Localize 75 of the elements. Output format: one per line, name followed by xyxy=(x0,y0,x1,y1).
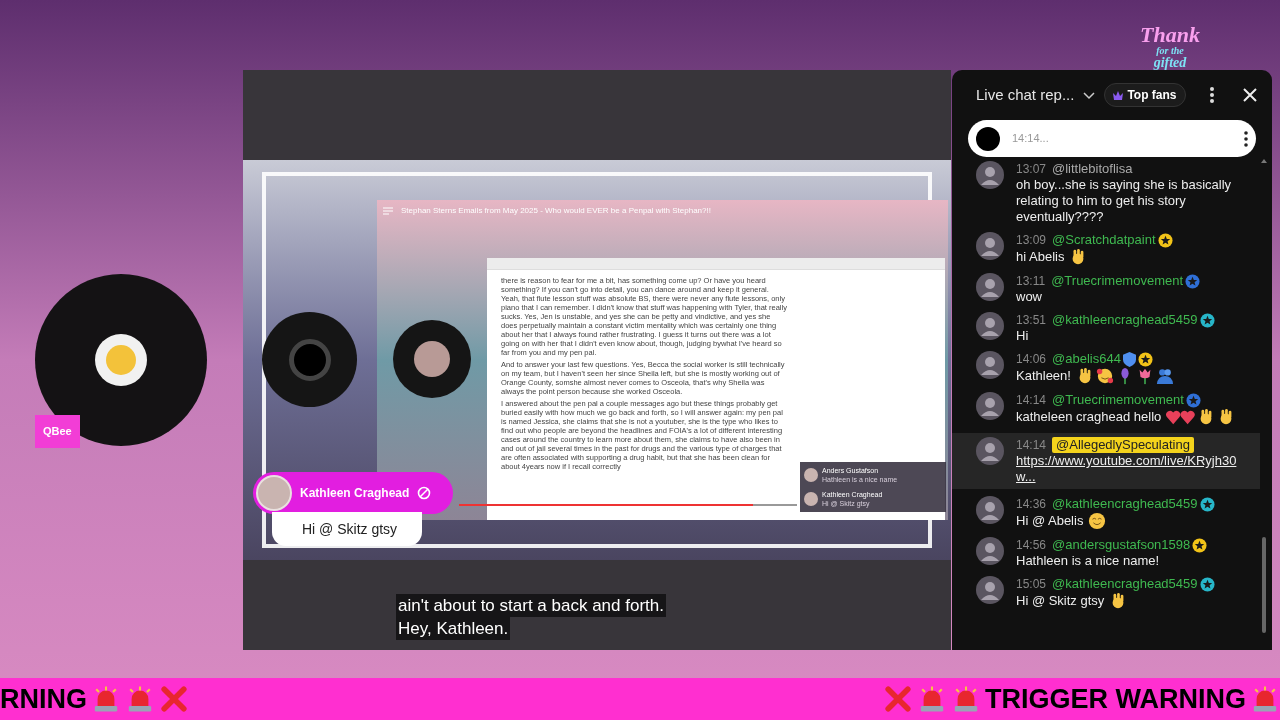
chat-username[interactable]: @Truecrimemovement xyxy=(1051,273,1184,289)
chat-timestamp: 14:36 xyxy=(1016,496,1047,512)
playlist-icon xyxy=(383,206,393,216)
hearts-icon xyxy=(1166,408,1196,426)
user-avatar xyxy=(976,161,1004,189)
close-icon[interactable] xyxy=(1242,87,1258,103)
chat-message-text: Hi @ Abelis xyxy=(1016,513,1084,529)
channel-logo xyxy=(288,338,331,381)
chat-timestamp: 13:07 xyxy=(1016,161,1047,177)
user-avatar xyxy=(976,392,1004,420)
cross-mark-icon xyxy=(160,685,188,713)
blocked-icon xyxy=(417,486,432,500)
user-avatar xyxy=(256,475,292,511)
chat-message-text: Hi @ Skitz gtsy xyxy=(1016,593,1105,609)
user-avatar xyxy=(976,351,1004,379)
chat-username[interactable]: @abelis644 xyxy=(1052,351,1121,367)
decorative-subtitle: for the xyxy=(1156,46,1184,56)
chat-timestamp: 13:51 xyxy=(1016,312,1047,328)
decorative-subtitle: gifted xyxy=(1153,56,1187,70)
chat-timestamp: 13:09 xyxy=(1016,232,1047,248)
top-fans-button[interactable]: Top fans xyxy=(1104,83,1186,107)
chat-link[interactable]: https://www.youtube.com/live/KRyjh30w... xyxy=(1016,453,1250,485)
smiling-face-icon xyxy=(1088,512,1107,530)
chat-message-text: Hi xyxy=(1016,328,1029,344)
ticker-text: TRIGGER WARNING xyxy=(985,685,1246,713)
chat-message-text: Hathleen is a nice name! xyxy=(1016,553,1160,569)
more-options-icon[interactable] xyxy=(1244,130,1248,147)
chat-username[interactable]: @kathleencraghead5459 xyxy=(1052,496,1198,512)
chat-username[interactable]: @Truecrimemovement xyxy=(1052,392,1184,408)
channel-logo xyxy=(976,126,1000,151)
heart-face-icon xyxy=(1095,367,1114,385)
chat-timestamp: 14:56 xyxy=(1016,537,1047,553)
comment-text: Hi @ Skitz gtsy xyxy=(302,519,398,539)
user-avatar xyxy=(976,496,1004,524)
ticker-text: RNING xyxy=(0,685,87,713)
chat-title[interactable]: Live chat rep... xyxy=(976,83,1075,107)
people-hugging-icon xyxy=(1155,367,1174,385)
profile-picture xyxy=(414,341,450,377)
decorative-title: Thank xyxy=(1140,24,1200,46)
siren-icon xyxy=(92,685,120,713)
user-avatar xyxy=(976,273,1004,301)
chat-message-text: hi Abelis xyxy=(1016,249,1065,265)
chat-message-text: Kathleen! xyxy=(1016,368,1071,384)
user-avatar xyxy=(976,537,1004,565)
chat-username[interactable]: @Scratchdatpaint xyxy=(1052,232,1156,248)
chat-message-text: oh boy...she is saying she is basically relating to him to get his story eventually???? xyxy=(1016,177,1233,225)
commenter-name: Kathleen Craghead xyxy=(300,485,410,502)
user-avatar xyxy=(976,312,1004,340)
video-title: Stephan Sterns Emails from May 2025 - Who would EVER be a Penpal with Stephan?!! xyxy=(401,205,711,217)
chat-timestamp: 14:14 xyxy=(1016,437,1047,453)
chat-username[interactable]: @AllegedlySpeculating xyxy=(1052,437,1194,453)
chat-timestamp: 15:05 xyxy=(1016,576,1047,592)
user-avatar xyxy=(804,468,818,482)
siren-icon xyxy=(1251,685,1279,713)
user-avatar xyxy=(976,232,1004,260)
cross-mark-icon xyxy=(884,685,912,713)
siren-icon xyxy=(126,685,154,713)
chat-username[interactable]: @kathleencraghead5459 xyxy=(1052,576,1198,592)
chat-username[interactable]: @andersgustafson1598 xyxy=(1052,537,1191,553)
chat-timestamp: 13:11 xyxy=(1016,273,1046,289)
user-avatar xyxy=(976,576,1004,604)
name-tag: QBee xyxy=(35,415,80,448)
siren-icon xyxy=(918,685,946,713)
chat-username[interactable]: @kathleencraghead5459 xyxy=(1052,312,1198,328)
siren-icon xyxy=(952,685,980,713)
chat-timestamp: 14:06 xyxy=(1016,351,1047,367)
more-options-icon[interactable] xyxy=(1210,87,1214,103)
crown-icon xyxy=(1113,90,1124,100)
user-avatar xyxy=(976,437,1004,465)
chat-message-text: wow xyxy=(1016,289,1042,305)
user-avatar xyxy=(804,492,818,506)
chat-username[interactable]: @littlebitoflisa xyxy=(1052,161,1133,177)
chat-message-text: katheleen craghead hello xyxy=(1016,409,1162,425)
chat-timestamp: 14:14 xyxy=(1016,392,1047,408)
pinned-message-text: 14:14... xyxy=(1012,131,1049,147)
